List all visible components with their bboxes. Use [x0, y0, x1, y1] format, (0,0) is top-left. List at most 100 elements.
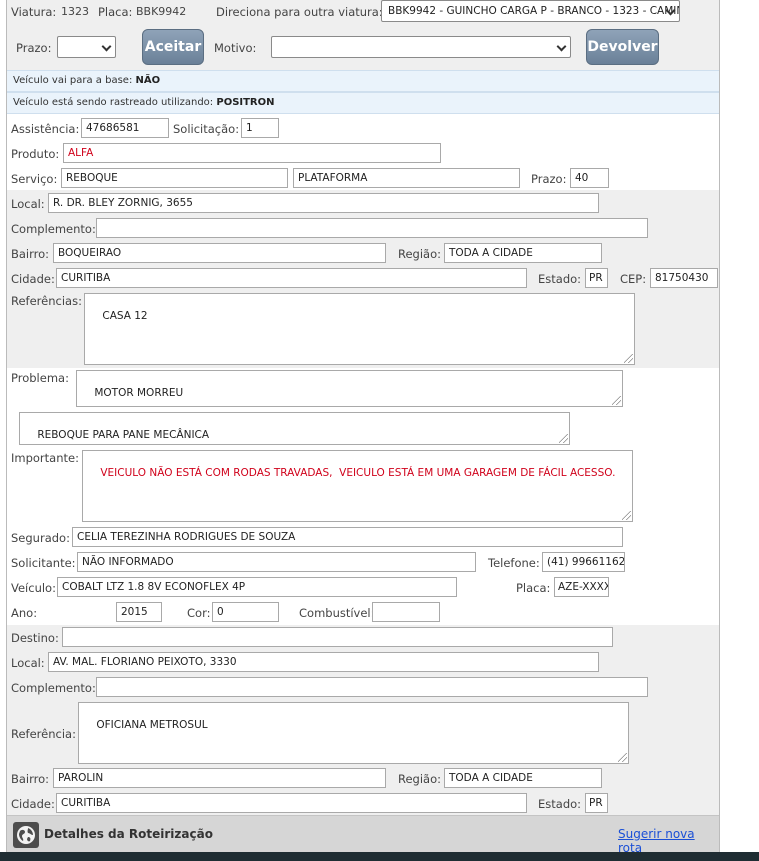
destino-local-label: Local: — [11, 656, 45, 670]
telefone-label: Telefone: — [488, 556, 540, 570]
bairro-label: Bairro: — [11, 247, 50, 261]
sugerir-rota-link[interactable]: Sugerir nova rota — [618, 827, 719, 855]
viatura-label: Viatura: — [11, 5, 57, 19]
referencias-label: Referências: — [11, 294, 82, 308]
devolver-button[interactable]: Devolver — [586, 29, 659, 65]
roteirizacao-footer: Detalhes da Roteirização Sugerir nova ro… — [7, 815, 719, 855]
servico-prazo-field[interactable]: 40 — [570, 168, 609, 188]
problema-text: MOTOR MORREU — [94, 387, 184, 399]
destino-field[interactable] — [62, 627, 613, 647]
problema-detalhe-text: REBOQUE PARA PANE MECÂNICA — [37, 429, 210, 441]
ano-label: Ano: — [11, 606, 38, 620]
veiculo-placa-label: Placa: — [516, 581, 551, 595]
destino-referencia-text: OFICIANA METROSUL — [96, 719, 208, 731]
estado-field[interactable]: PR — [585, 268, 608, 288]
direciona-select-value: BBK9942 - GUINCHO CARGA P - BRANCO - 132… — [388, 5, 680, 17]
cor-field[interactable]: 0 — [212, 602, 279, 622]
cep-label: CEP: — [620, 272, 647, 286]
cor-label: Cor: — [187, 606, 211, 620]
veiculo-field[interactable]: COBALT LTZ 1.8 8V ECONOFLEX 4P — [57, 577, 457, 597]
problema-label: Problema: — [11, 371, 69, 385]
importante-label: Importante: — [11, 451, 79, 465]
direciona-label: Direciona para outra viatura: — [216, 5, 383, 19]
destino-regiao-label: Região: — [398, 772, 442, 786]
servico-prazo-label: Prazo: — [531, 172, 567, 186]
destino-referencia-label: Referência: — [11, 727, 76, 741]
rastreio-info-bar: Veículo está sendo rastreado utilizando:… — [7, 92, 719, 114]
segurado-label: Segurado: — [11, 531, 70, 545]
destino-label: Destino: — [11, 631, 59, 645]
solicitacao-field[interactable]: 1 — [241, 118, 279, 138]
ano-field[interactable]: 2015 — [116, 602, 162, 622]
destino-estado-field[interactable]: PR — [585, 793, 608, 813]
prazo-select[interactable] — [57, 36, 116, 58]
regiao-field[interactable]: TODA A CIDADE — [444, 243, 602, 263]
base-info-text: Veículo vai para a base: — [13, 75, 133, 86]
importante-text: VEICULO NÃO ESTÁ COM RODAS TRAVADAS, VEI… — [100, 467, 616, 479]
resize-grip-icon[interactable] — [622, 511, 631, 520]
problema-textarea[interactable]: MOTOR MORREU — [76, 370, 623, 407]
veiculo-label: Veículo: — [11, 581, 56, 595]
referencias-textarea[interactable]: CASA 12 — [84, 293, 635, 365]
veiculo-placa-field[interactable]: AZE-XXXX — [554, 577, 609, 597]
viatura-value: 1323 — [61, 5, 89, 18]
servico-field[interactable]: REBOQUE — [61, 168, 288, 188]
bairro-field[interactable]: BOQUEIRAO — [53, 243, 386, 263]
solicitante-label: Solicitante: — [11, 556, 76, 570]
complemento-field[interactable] — [96, 218, 648, 238]
aceitar-button[interactable]: Aceitar — [142, 29, 204, 65]
destino-cidade-field[interactable]: CURITIBA — [56, 793, 527, 813]
destino-regiao-field[interactable]: TODA A CIDADE — [444, 768, 602, 788]
destino-complemento-label: Complemento: — [11, 681, 96, 695]
header-placa-label: Placa: — [98, 5, 133, 19]
resize-grip-icon[interactable] — [559, 434, 568, 443]
rastreio-info-text: Veículo está sendo rastreado utilizando: — [13, 97, 214, 108]
destino-local-field[interactable]: AV. MAL. FLORIANO PEIXOTO, 3330 — [48, 652, 599, 672]
servico-tipo-field[interactable]: PLATAFORMA — [293, 168, 520, 188]
direciona-select[interactable]: BBK9942 - GUINCHO CARGA P - BRANCO - 132… — [381, 0, 680, 22]
taskbar — [0, 852, 759, 861]
produto-field[interactable]: ALFA — [63, 143, 441, 163]
problema-detalhe-textarea[interactable]: REBOQUE PARA PANE MECÂNICA — [19, 412, 570, 445]
destino-referencia-textarea[interactable]: OFICIANA METROSUL — [78, 702, 629, 764]
header-placa-value: BBK9942 — [136, 5, 187, 18]
motivo-label: Motivo: — [214, 41, 257, 55]
assistencia-field[interactable]: 47686581 — [81, 118, 169, 138]
prazo-header-label: Prazo: — [16, 41, 52, 55]
cidade-label: Cidade: — [11, 272, 55, 286]
chevron-down-icon — [101, 41, 112, 52]
resize-grip-icon[interactable] — [624, 354, 633, 363]
complemento-label: Complemento: — [11, 222, 96, 236]
destino-cidade-label: Cidade: — [11, 797, 55, 811]
servico-label: Serviço: — [11, 172, 58, 186]
produto-label: Produto: — [11, 147, 60, 161]
telefone-field[interactable]: (41) 996611626 — [542, 552, 625, 572]
roteirizacao-title: Detalhes da Roteirização — [44, 827, 213, 841]
referencias-text: CASA 12 — [102, 310, 148, 322]
dispatch-panel: Viatura: 1323 Placa: BBK9942 Direciona p… — [6, 0, 720, 861]
combustivel-label: Combustível: — [299, 606, 375, 620]
globe-icon — [13, 822, 39, 848]
base-info-value: NÃO — [135, 75, 161, 86]
chevron-down-icon — [556, 41, 567, 52]
estado-label: Estado: — [538, 272, 582, 286]
solicitacao-label: Solicitação: — [173, 122, 240, 136]
combustivel-field[interactable] — [372, 602, 440, 622]
importante-textarea[interactable]: VEICULO NÃO ESTÁ COM RODAS TRAVADAS, VEI… — [82, 450, 633, 522]
cep-field[interactable]: 81750430 — [650, 268, 718, 288]
segurado-field[interactable]: CELIA TEREZINHA RODRIGUES DE SOUZA — [72, 527, 623, 547]
destino-estado-label: Estado: — [538, 797, 582, 811]
destino-bairro-field[interactable]: PAROLIN — [53, 768, 386, 788]
regiao-label: Região: — [398, 247, 442, 261]
destino-complemento-field[interactable] — [96, 677, 648, 697]
local-label: Local: — [11, 197, 45, 211]
solicitante-field[interactable]: NÃO INFORMADO — [77, 552, 476, 572]
resize-grip-icon[interactable] — [612, 396, 621, 405]
motivo-select[interactable] — [271, 36, 571, 58]
base-info-bar: Veículo vai para a base: NÃO — [7, 70, 719, 92]
local-field[interactable]: R. DR. BLEY ZORNIG, 3655 — [48, 193, 599, 213]
resize-grip-icon[interactable] — [618, 753, 627, 762]
cidade-field[interactable]: CURITIBA — [56, 268, 527, 288]
rastreio-info-value: POSITRON — [216, 97, 275, 108]
assistencia-label: Assistência: — [11, 122, 80, 136]
